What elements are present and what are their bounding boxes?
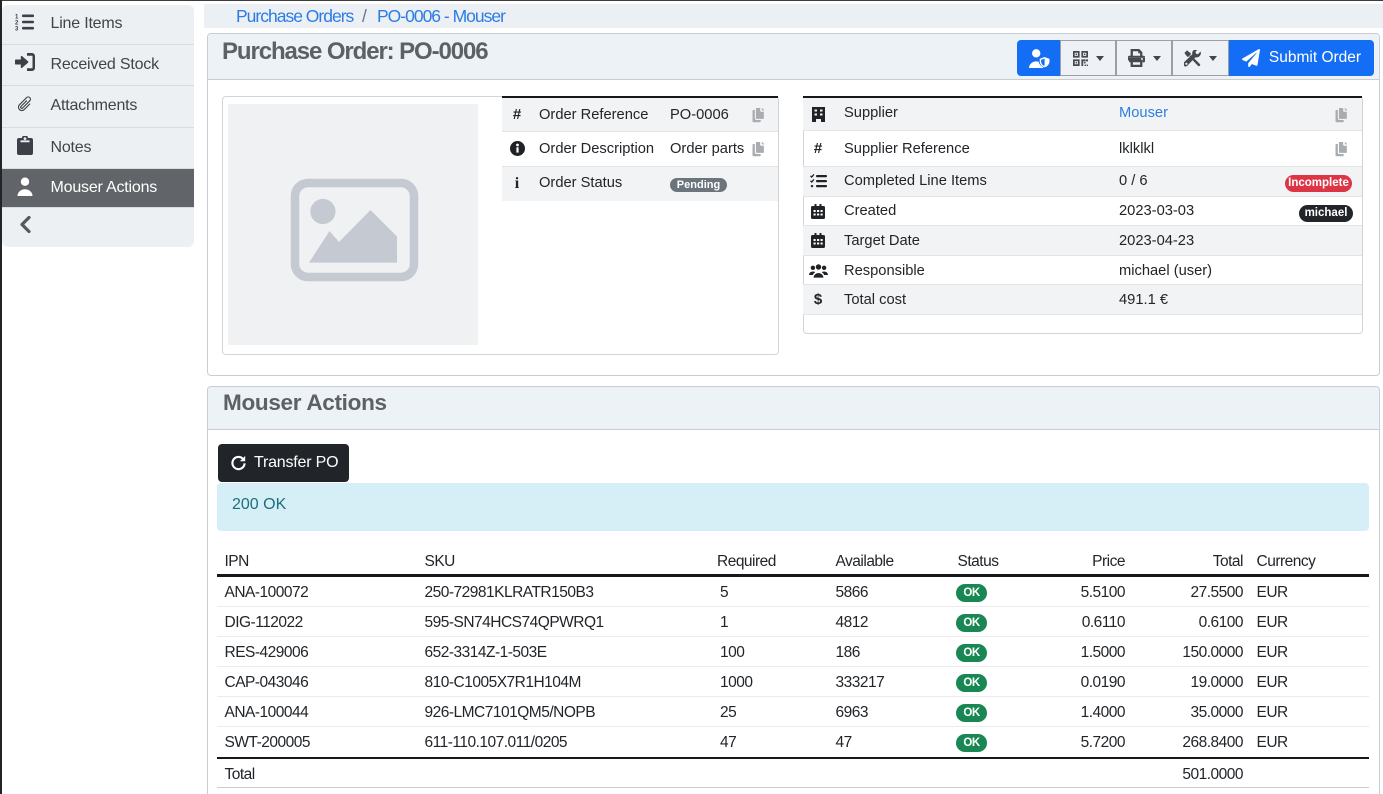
svg-text:3: 3 xyxy=(15,26,19,31)
